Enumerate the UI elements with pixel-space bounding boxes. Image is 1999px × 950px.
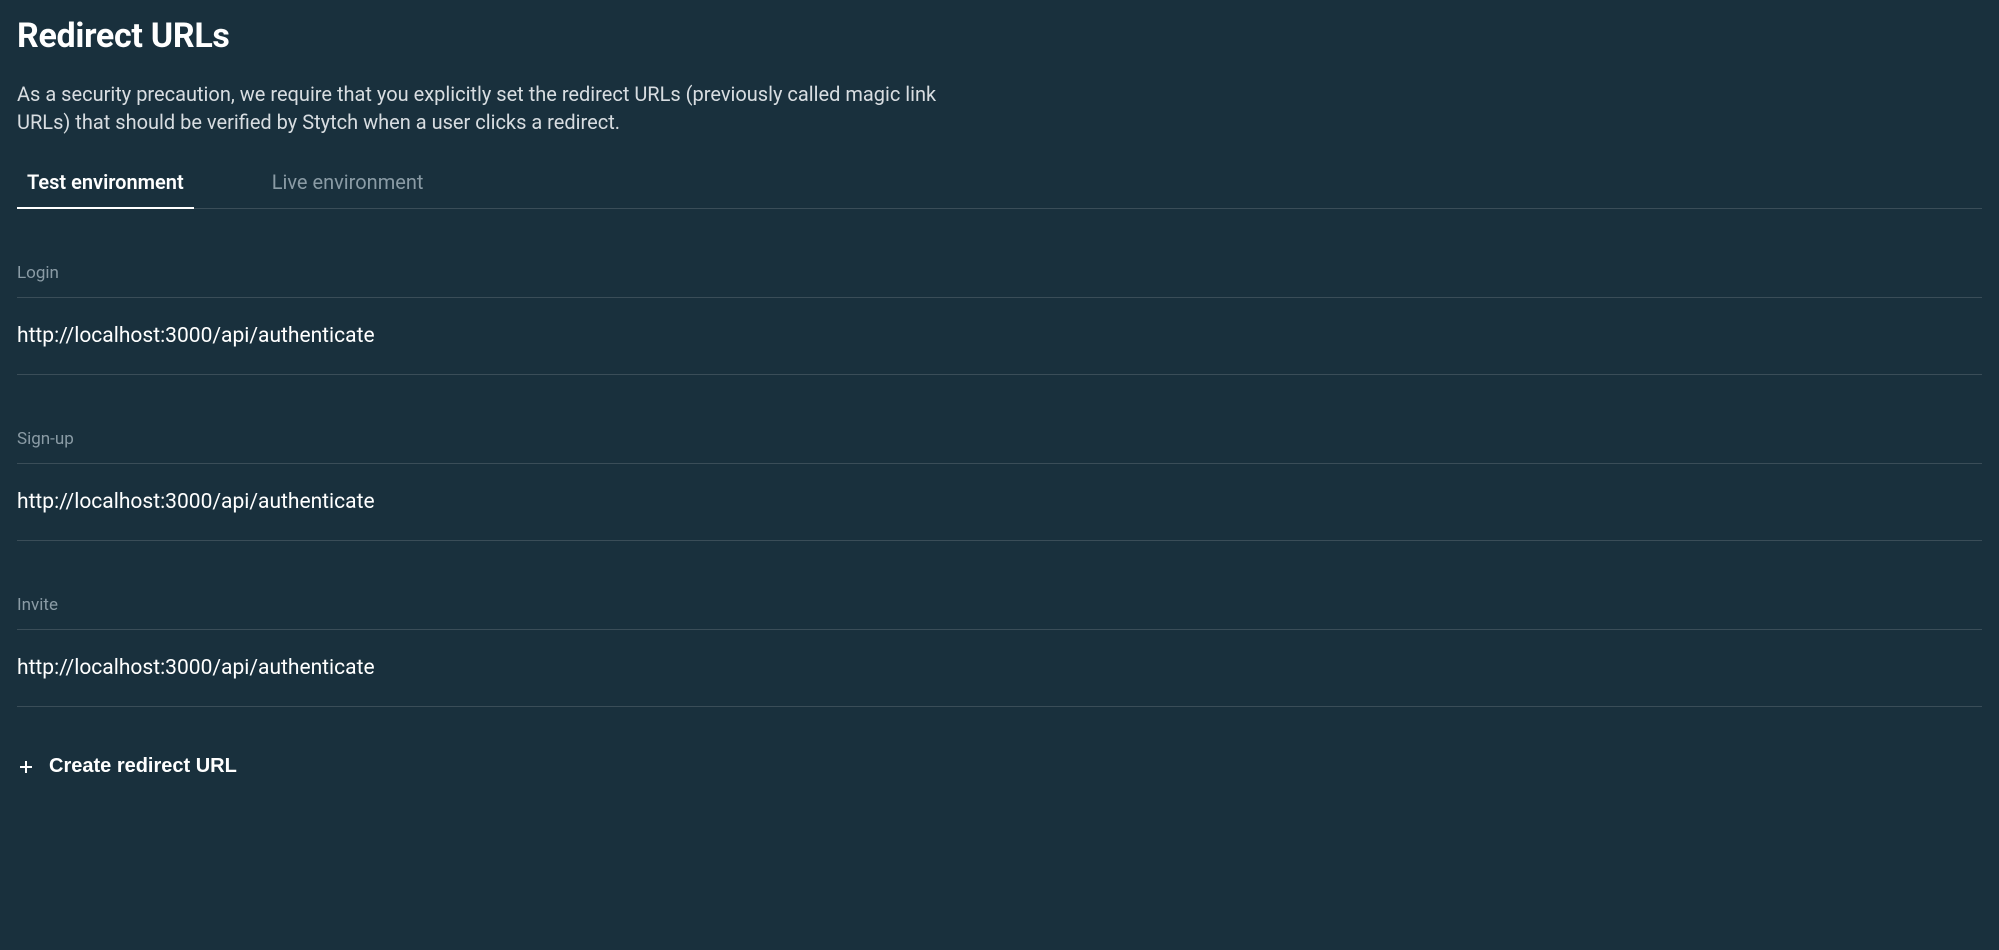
section-invite: Invite http://localhost:3000/api/authent… (17, 595, 1982, 707)
section-label-signup: Sign-up (17, 429, 1982, 464)
section-label-login: Login (17, 263, 1982, 298)
url-row[interactable]: http://localhost:3000/api/authenticate (17, 630, 1982, 707)
section-login: Login http://localhost:3000/api/authenti… (17, 263, 1982, 375)
section-signup: Sign-up http://localhost:3000/api/authen… (17, 429, 1982, 541)
environment-tabs: Test environment Live environment (17, 162, 1982, 209)
plus-icon (17, 758, 35, 776)
create-redirect-url-button[interactable]: Create redirect URL (17, 755, 237, 778)
tab-test-environment[interactable]: Test environment (17, 162, 194, 208)
tab-live-environment[interactable]: Live environment (262, 162, 434, 208)
page-title: Redirect URLs (17, 16, 1982, 56)
create-button-label: Create redirect URL (49, 755, 237, 778)
url-row[interactable]: http://localhost:3000/api/authenticate (17, 464, 1982, 541)
section-label-invite: Invite (17, 595, 1982, 630)
page-description: As a security precaution, we require tha… (17, 80, 957, 136)
url-row[interactable]: http://localhost:3000/api/authenticate (17, 298, 1982, 375)
